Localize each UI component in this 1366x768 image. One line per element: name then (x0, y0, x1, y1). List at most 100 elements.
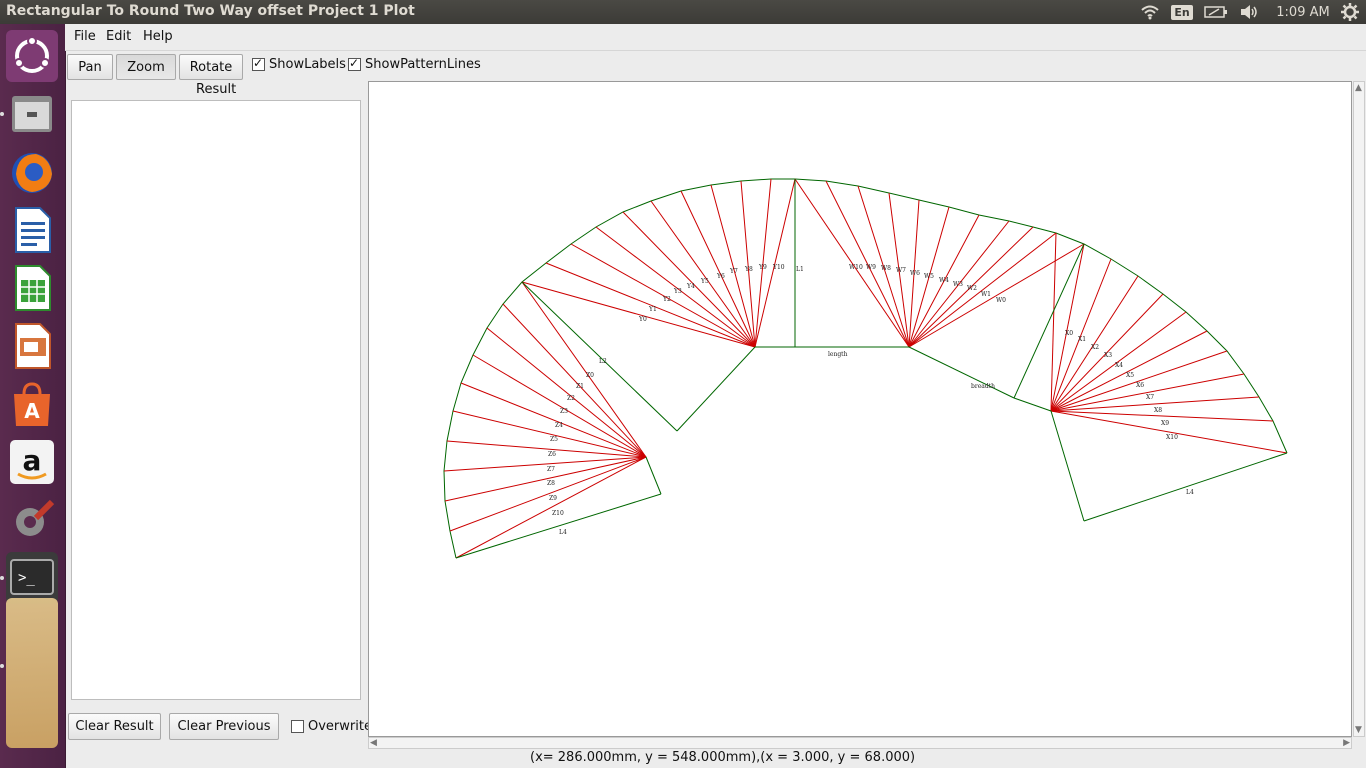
outline-edge (676, 346, 756, 432)
pattern-line-y (595, 226, 756, 348)
label-x: X9 (1161, 420, 1169, 427)
launcher: A a >_ (0, 24, 66, 768)
writer-icon[interactable] (6, 204, 58, 256)
label-w: W9 (866, 264, 876, 271)
pattern-line-x (1050, 350, 1228, 412)
label-w: W1 (981, 291, 991, 298)
svg-text:>_: >_ (18, 570, 35, 586)
keyboard-layout-indicator[interactable]: En (1170, 0, 1194, 24)
label-x: X4 (1115, 362, 1123, 369)
menu-help[interactable]: Help (143, 29, 173, 44)
outline-edge (521, 281, 678, 432)
clock[interactable]: 1:09 AM (1272, 0, 1334, 24)
outline-edge (1013, 397, 1052, 412)
pattern-line-y (622, 211, 756, 348)
outline-edge (645, 456, 662, 495)
label-x: X3 (1104, 352, 1112, 359)
show-labels-label: ShowLabels (269, 56, 346, 72)
pattern-line-w (908, 243, 1085, 348)
label-y: Y1 (648, 306, 657, 313)
show-labels-checkbox[interactable]: ✓ ShowLabels (252, 56, 346, 72)
overwrite-checkbox[interactable]: Overwrite (291, 718, 372, 734)
scroll-left-arrow[interactable]: ◀ (370, 738, 377, 748)
calc-icon[interactable] (6, 262, 58, 314)
label-z: Z5 (550, 436, 558, 443)
ubuntu-dash-icon[interactable] (6, 30, 58, 82)
volume-icon[interactable] (1237, 0, 1261, 24)
checkbox-box[interactable] (291, 719, 304, 733)
label-z: Z3 (560, 408, 568, 415)
overwrite-label: Overwrite (308, 718, 372, 734)
running-indicator (0, 576, 4, 580)
system-settings-icon[interactable] (6, 494, 58, 546)
amazon-icon[interactable]: a (6, 436, 58, 488)
label-w: W2 (967, 285, 977, 292)
label-w: W10 (849, 264, 863, 271)
wifi-icon[interactable] (1138, 0, 1162, 24)
show-pattern-lines-label: ShowPatternLines (365, 56, 481, 72)
pattern-line-w (908, 232, 1057, 348)
label-x: X5 (1126, 372, 1134, 379)
pattern-line-x (1050, 373, 1245, 412)
vertical-scrollbar[interactable]: ▲ ▼ (1353, 81, 1365, 737)
stacked-windows-icon[interactable] (6, 598, 58, 748)
software-center-icon[interactable]: A (6, 378, 58, 430)
pattern-line-y (754, 178, 772, 348)
label-w: W0 (996, 297, 1006, 304)
label-w: W3 (953, 281, 963, 288)
label-x: X2 (1091, 344, 1099, 351)
clear-result-button[interactable]: Clear Result (68, 713, 161, 740)
menu-edit[interactable]: Edit (106, 29, 131, 44)
label-y: Y4 (686, 283, 695, 290)
label-y: Y0 (638, 316, 647, 323)
scroll-down-arrow[interactable]: ▼ (1355, 725, 1362, 735)
label-y: Y3 (673, 288, 682, 295)
label-z: Z2 (567, 395, 575, 402)
label-y: Y10 (772, 264, 785, 271)
label-w: W4 (939, 277, 949, 284)
zoom-button[interactable]: Zoom (116, 54, 176, 80)
label-breadth: breadth (971, 383, 995, 390)
battery-icon[interactable] (1203, 0, 1229, 24)
running-indicator (0, 664, 4, 668)
rotate-button[interactable]: Rotate (179, 54, 243, 80)
label-x: X10 (1166, 434, 1178, 441)
label-x: X6 (1136, 382, 1144, 389)
label-l4: L4 (1186, 489, 1194, 496)
outline-edge (908, 346, 1015, 399)
label-z: Z8 (547, 480, 555, 487)
outline-edge (1083, 452, 1288, 522)
pattern-line-z (446, 440, 647, 458)
plot-canvas[interactable]: L1 L2 L4 L4 length breadth Y0 Y1 Y2 Y3 Y4 Y5 Y6 Y7 Y8 Y… (368, 81, 1352, 737)
outline-edge (1050, 410, 1085, 522)
terminal-icon[interactable]: >_ (6, 552, 58, 604)
menubar: File Edit Help (65, 24, 1366, 51)
impress-icon[interactable] (6, 320, 58, 372)
pattern-line-x (1050, 330, 1208, 412)
label-y: Y2 (662, 296, 671, 303)
label-w: W5 (924, 273, 934, 280)
horizontal-scrollbar[interactable]: ◀ ▶ (368, 737, 1352, 749)
svg-text:A: A (24, 399, 40, 423)
label-y: Y6 (716, 273, 725, 280)
checkbox-box[interactable]: ✓ (252, 56, 265, 71)
files-icon[interactable] (6, 88, 58, 140)
pattern-line-y (754, 178, 796, 348)
pan-button[interactable]: Pan (67, 54, 113, 80)
gear-icon[interactable] (1338, 0, 1362, 24)
result-heading: Result (196, 82, 237, 97)
firefox-icon[interactable] (6, 146, 58, 198)
label-w: W6 (910, 270, 920, 277)
label-z: Z9 (549, 495, 557, 502)
clear-previous-button[interactable]: Clear Previous (169, 713, 279, 740)
scroll-up-arrow[interactable]: ▲ (1355, 83, 1362, 93)
label-z: Z4 (555, 422, 563, 429)
pattern-plot[interactable]: L1 L2 L4 L4 length breadth Y0Y1 Y2Y3 Y4 Y5 Y6 Y7 Y8 Y… (369, 82, 1351, 736)
pattern-line-z (521, 281, 647, 458)
checkbox-box[interactable]: ✓ (348, 56, 361, 71)
scroll-right-arrow[interactable]: ▶ (1343, 738, 1350, 748)
status-coordinates: (x= 286.000mm, y = 548.000mm),(x = 3.000… (530, 750, 916, 765)
menu-file[interactable]: File (74, 29, 96, 44)
show-pattern-lines-checkbox[interactable]: ✓ ShowPatternLines (348, 56, 481, 72)
result-text-area[interactable] (71, 100, 361, 700)
